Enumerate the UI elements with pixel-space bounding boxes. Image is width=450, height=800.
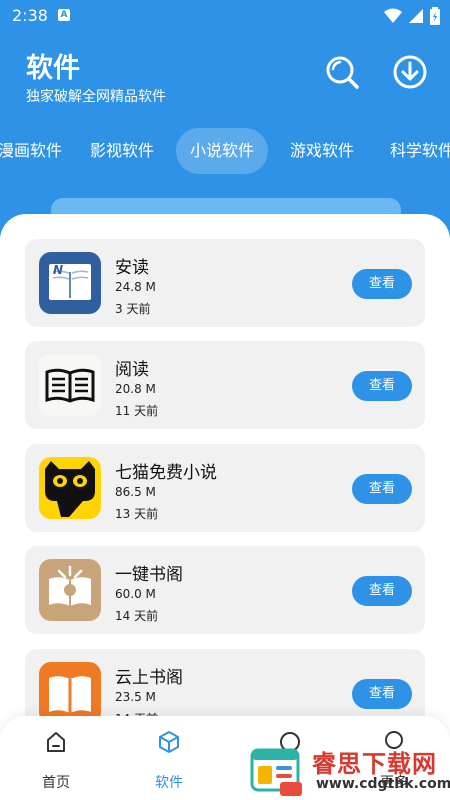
download-button[interactable] xyxy=(392,54,428,90)
andu-book-icon: N xyxy=(39,252,101,314)
list-item[interactable]: 七猫免费小说 86.5 M 13 天前 查看 xyxy=(25,444,425,532)
app-size: 86.5 M xyxy=(115,485,156,499)
tab-novel[interactable]: 小说软件 xyxy=(176,128,269,174)
tab-science[interactable]: 科学软件 xyxy=(390,128,450,174)
list-item[interactable]: 阅读 20.8 M 11 天前 查看 xyxy=(25,341,425,429)
page-title: 软件 xyxy=(26,53,80,84)
svg-text:N: N xyxy=(53,263,63,277)
app-size: 23.5 M xyxy=(115,690,156,704)
app-date: 13 天前 xyxy=(115,507,159,521)
watermark-logo-icon xyxy=(250,748,302,796)
app-date: 14 天前 xyxy=(115,609,159,623)
app-name: 安读 xyxy=(115,258,149,278)
view-button[interactable]: 查看 xyxy=(352,371,412,401)
list-item[interactable]: N 安读 24.8 M 3 天前 查看 xyxy=(25,239,425,327)
yunshang-book-icon xyxy=(39,662,101,724)
app-date: 11 天前 xyxy=(115,404,159,418)
nav-software-label: 软件 xyxy=(155,775,183,791)
app-date: 3 天前 xyxy=(115,302,151,316)
tab-video[interactable]: 影视软件 xyxy=(90,128,154,174)
status-time: 2:38 xyxy=(12,6,48,25)
nav-home-label: 首页 xyxy=(42,775,70,791)
app-name: 七猫免费小说 xyxy=(115,463,217,483)
nav-home[interactable]: 首页 xyxy=(16,730,96,792)
search-button[interactable] xyxy=(324,54,360,90)
app-name: 阅读 xyxy=(115,360,149,380)
watermark-text: 睿思下载网 xyxy=(312,750,437,778)
tab-game[interactable]: 游戏软件 xyxy=(290,128,354,174)
search-icon xyxy=(326,56,359,89)
app-header: 软件 独家破解全网精品软件 xyxy=(0,32,450,120)
view-button[interactable]: 查看 xyxy=(352,576,412,606)
app-size: 24.8 M xyxy=(115,280,156,294)
cube-icon xyxy=(159,731,179,753)
battery-icon xyxy=(430,7,440,25)
app-size: 60.0 M xyxy=(115,587,156,601)
category-tabs: 漫画软件 影视软件 小说软件 游戏软件 科学软件 xyxy=(0,128,450,174)
app-list-panel: N 安读 24.8 M 3 天前 查看 阅读 20.8 M 11 天前 查看 七… xyxy=(0,214,450,800)
yuedu-book-icon xyxy=(39,354,101,416)
watermark-url: www.cdgthk.com xyxy=(316,776,450,792)
tab-comic[interactable]: 漫画软件 xyxy=(0,128,62,174)
watermark: 睿思下载网 www.cdgthk.com xyxy=(246,738,450,800)
list-item[interactable]: 一键书阁 60.0 M 14 天前 查看 xyxy=(25,546,425,634)
download-icon xyxy=(393,55,427,89)
status-bar: 2:38 A xyxy=(0,0,450,32)
home-icon xyxy=(47,732,65,752)
view-button[interactable]: 查看 xyxy=(352,269,412,299)
view-button[interactable]: 查看 xyxy=(352,679,412,709)
qimao-cat-icon xyxy=(39,457,101,519)
notification-icon: A xyxy=(58,9,70,21)
page-subtitle: 独家破解全网精品软件 xyxy=(26,89,166,105)
app-name: 云上书阁 xyxy=(115,668,183,688)
yijian-book-icon xyxy=(39,559,101,621)
view-button[interactable]: 查看 xyxy=(352,474,412,504)
status-icons xyxy=(384,7,440,25)
nav-software[interactable]: 软件 xyxy=(129,730,209,792)
wifi-icon xyxy=(384,8,402,23)
app-name: 一键书阁 xyxy=(115,565,183,585)
app-size: 20.8 M xyxy=(115,382,156,396)
signal-icon xyxy=(409,9,423,23)
